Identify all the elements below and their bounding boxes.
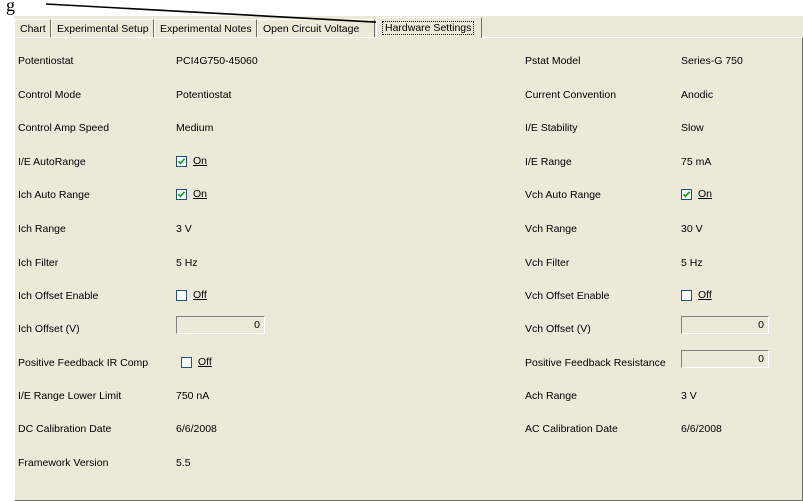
ie-stability-label: I/E Stability	[525, 122, 578, 134]
control-amp-speed-label: Control Amp Speed	[18, 122, 110, 134]
vch-auto-range-checkbox-label: On	[698, 188, 713, 200]
ich-range-label: Ich Range	[18, 223, 66, 235]
ich-auto-range-checkbox[interactable]: On	[176, 188, 207, 200]
vch-offset-label: Vch Offset (V)	[525, 323, 591, 335]
ich-offset-field[interactable]: 0	[176, 316, 265, 334]
tab-hardware-settings-label: Hardware Settings	[382, 21, 475, 35]
ich-range-value: 3 V	[176, 223, 192, 235]
potentiostat-label: Potentiostat	[18, 55, 74, 67]
ich-offset-enable-checkbox-label: Off	[193, 289, 207, 301]
control-amp-speed-value: Medium	[176, 122, 214, 134]
ie-range-lower-limit-label: I/E Range Lower Limit	[18, 390, 122, 402]
ich-offset-enable-checkbox[interactable]: Off	[176, 289, 207, 301]
current-convention-value: Anodic	[681, 89, 714, 101]
checkbox-unchecked-icon	[181, 356, 192, 368]
checkbox-unchecked-icon	[176, 289, 187, 301]
vch-range-label: Vch Range	[525, 223, 577, 235]
ie-autorange-checkbox-label: On	[193, 155, 208, 167]
positive-feedback-ir-comp-checkbox[interactable]: Off	[181, 356, 212, 368]
checkbox-checked-icon	[176, 188, 187, 200]
positive-feedback-resistance-label: Positive Feedback Resistance	[525, 357, 666, 369]
ie-autorange-checkbox[interactable]: On	[176, 155, 207, 167]
ich-offset-label: Ich Offset (V)	[18, 323, 80, 335]
checkbox-checked-icon	[176, 155, 187, 167]
vch-offset-enable-checkbox[interactable]: Off	[681, 289, 712, 301]
dc-calibration-date-label: DC Calibration Date	[18, 423, 112, 435]
pstat-model-label: Pstat Model	[525, 55, 581, 67]
tab-hardware-settings[interactable]: Hardware Settings	[376, 17, 482, 38]
ie-range-label: I/E Range	[525, 156, 572, 168]
tab-page-hardware-settings: Potentiostat PCI4G750-45060 Control Mode…	[14, 37, 803, 501]
ich-auto-range-checkbox-label: On	[193, 188, 208, 200]
ich-auto-range-label: Ich Auto Range	[18, 189, 90, 201]
ich-filter-label: Ich Filter	[18, 257, 59, 269]
potentiostat-value: PCI4G750-45060	[176, 55, 258, 67]
positive-feedback-resistance-field[interactable]: 0	[681, 350, 769, 368]
positive-feedback-ir-comp-label: Positive Feedback IR Comp	[18, 357, 149, 369]
dc-calibration-date-value: 6/6/2008	[176, 423, 217, 435]
vch-offset-enable-label: Vch Offset Enable	[525, 290, 610, 302]
ac-calibration-date-value: 6/6/2008	[681, 423, 722, 435]
positive-feedback-ir-comp-checkbox-label: Off	[198, 356, 212, 368]
current-convention-label: Current Convention	[525, 89, 617, 101]
hardware-settings-panel: Chart Experimental Setup Experimental No…	[14, 16, 803, 501]
ich-filter-value: 5 Hz	[176, 257, 198, 269]
checkbox-checked-icon	[681, 188, 692, 200]
ie-range-value: 75 mA	[681, 156, 712, 168]
vch-range-value: 30 V	[681, 223, 703, 235]
control-mode-value: Potentiostat	[176, 89, 232, 101]
ie-stability-value: Slow	[681, 122, 704, 134]
ac-calibration-date-label: AC Calibration Date	[525, 423, 618, 435]
ie-range-lower-limit-value: 750 nA	[176, 390, 210, 402]
ach-range-value: 3 V	[681, 390, 697, 402]
ich-offset-enable-label: Ich Offset Enable	[18, 290, 99, 302]
ach-range-label: Ach Range	[525, 390, 577, 402]
framework-version-label: Framework Version	[18, 457, 109, 469]
vch-auto-range-checkbox[interactable]: On	[681, 188, 712, 200]
control-mode-label: Control Mode	[18, 89, 82, 101]
framework-version-value: 5.5	[176, 457, 191, 469]
vch-filter-value: 5 Hz	[681, 257, 703, 269]
ie-autorange-label: I/E AutoRange	[18, 156, 86, 168]
vch-offset-field[interactable]: 0	[681, 316, 769, 334]
vch-auto-range-label: Vch Auto Range	[525, 189, 601, 201]
vch-offset-enable-checkbox-label: Off	[698, 289, 712, 301]
pstat-model-value: Series-G 750	[681, 55, 743, 67]
vch-filter-label: Vch Filter	[525, 257, 570, 269]
checkbox-unchecked-icon	[681, 289, 692, 301]
